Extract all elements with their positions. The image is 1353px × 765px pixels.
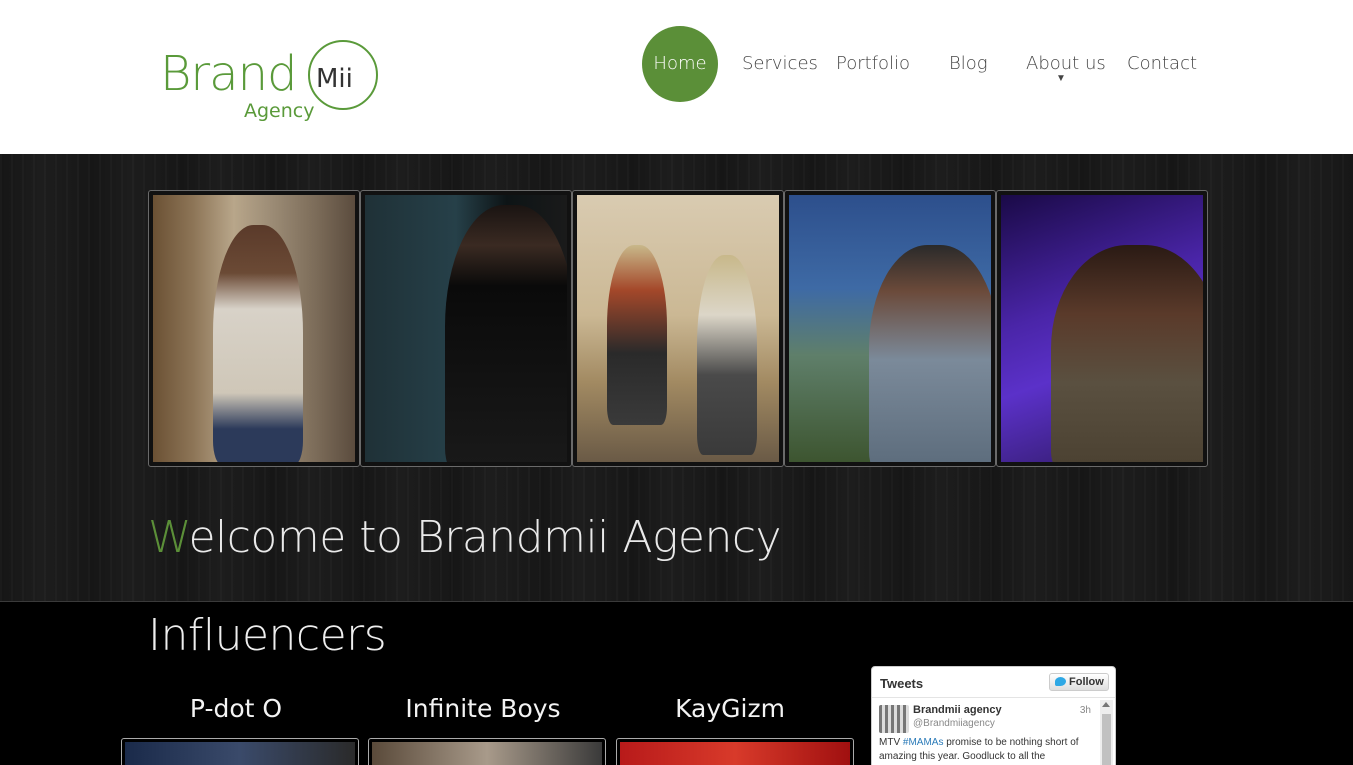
- gallery-photo-4[interactable]: [784, 190, 996, 467]
- influencers-heading: Influencers: [148, 610, 387, 661]
- nav-portfolio[interactable]: Portfolio: [836, 26, 910, 102]
- artist-hoodie-photo: [153, 195, 355, 462]
- twitter-widget-header: Tweets Follow: [872, 667, 1115, 698]
- chevron-down-icon: ▼: [1056, 73, 1066, 84]
- tweet-author-name[interactable]: Brandmii agency: [913, 704, 1002, 716]
- influencer-name[interactable]: P-dot O: [117, 694, 355, 723]
- welcome-heading: Welcome to Brandmii Agency: [148, 512, 782, 563]
- influencer-name[interactable]: Infinite Boys: [364, 694, 602, 723]
- follow-button-label: Follow: [1069, 676, 1104, 688]
- scrollbar[interactable]: [1100, 700, 1113, 765]
- gallery-photo-3[interactable]: [572, 190, 784, 467]
- influencer-photo[interactable]: [368, 738, 606, 765]
- twitter-widget: Tweets Follow Brandmii agency @Brandmiia…: [871, 666, 1116, 765]
- stage-performer-cap-photo: [789, 195, 991, 462]
- nav-about-us[interactable]: About us ▼: [1026, 26, 1106, 102]
- twitter-widget-title: Tweets: [880, 676, 924, 691]
- nav-about-us-label: About us: [1026, 53, 1106, 74]
- jumping-duo-photo: [577, 195, 779, 462]
- influencer-name[interactable]: KayGizm: [611, 694, 849, 723]
- scroll-up-arrow-icon[interactable]: [1102, 702, 1110, 707]
- influencer-photo[interactable]: [616, 738, 854, 765]
- photo-gallery: [148, 190, 1208, 470]
- johnnie-walker-backdrop-photo: [365, 195, 567, 462]
- avatar[interactable]: [879, 705, 909, 733]
- follow-button[interactable]: Follow: [1049, 673, 1109, 691]
- site-header: Brand Mii Agency Home Services Portfolio…: [0, 0, 1353, 154]
- nav-contact[interactable]: Contact: [1127, 26, 1197, 102]
- welcome-rest: elcome to Brandmii Agency: [188, 512, 782, 563]
- logo-mii-text: Mii: [316, 64, 353, 94]
- scrollbar-thumb[interactable]: [1102, 714, 1111, 765]
- tweet-author-handle[interactable]: @Brandmiiagency: [913, 718, 995, 729]
- tweet-item: Brandmii agency @Brandmiiagency 3h MTV #…: [872, 698, 1115, 765]
- logo-agency-text: Agency: [244, 100, 315, 122]
- nav-services[interactable]: Services: [742, 26, 818, 102]
- tweet-text: MTV #MAMAs promise to be nothing short o…: [879, 736, 1095, 764]
- influencer-photo[interactable]: [121, 738, 359, 765]
- gallery-photo-5[interactable]: [996, 190, 1208, 467]
- tweet-hashtag[interactable]: #MAMAs: [903, 737, 944, 748]
- tweet-timestamp[interactable]: 3h: [1080, 705, 1091, 716]
- twitter-bird-icon: [1055, 677, 1066, 686]
- welcome-first-letter: W: [148, 512, 189, 563]
- logo-brand-text: Brand: [160, 46, 297, 102]
- nav-blog[interactable]: Blog: [949, 26, 988, 102]
- purple-stage-photo: [1001, 195, 1203, 462]
- brandmii-logo[interactable]: Brand Mii Agency: [158, 38, 382, 130]
- tweet-text-before: MTV: [879, 737, 903, 748]
- gallery-photo-1[interactable]: [148, 190, 360, 467]
- gallery-photo-2[interactable]: [360, 190, 572, 467]
- nav-home[interactable]: Home: [642, 26, 718, 102]
